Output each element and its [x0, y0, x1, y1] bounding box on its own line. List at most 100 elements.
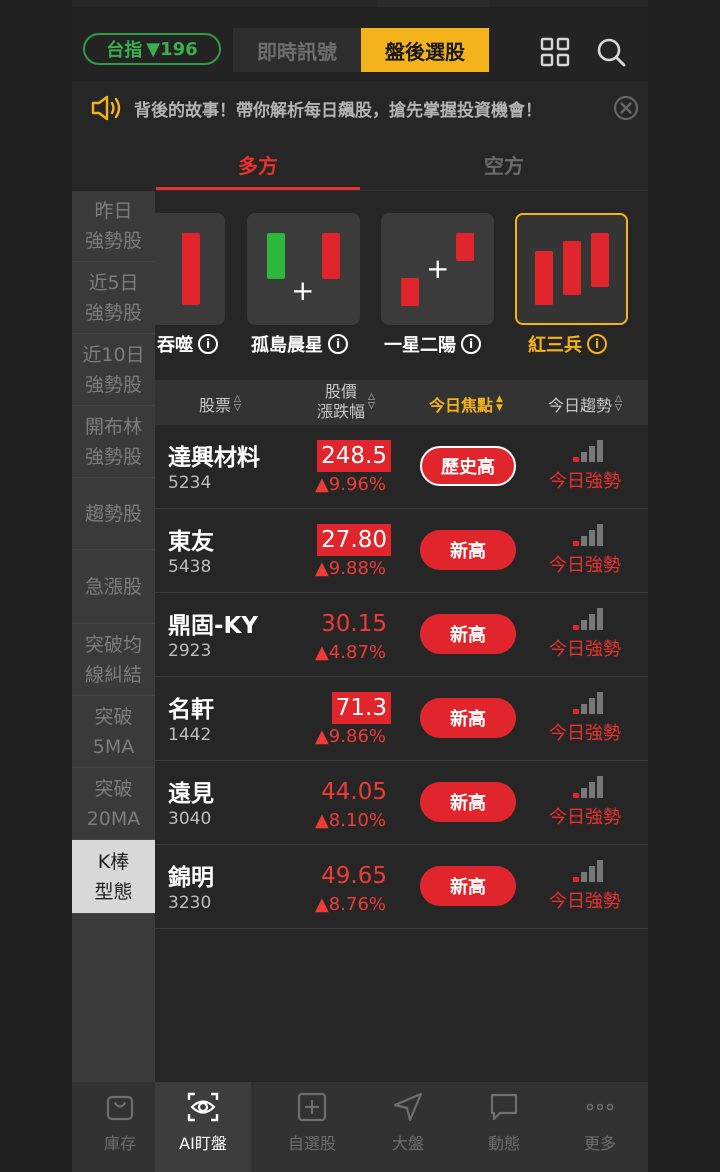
sort-icon: △ ▽ — [234, 394, 241, 413]
stock-price: 49.65 — [321, 863, 387, 889]
sidebar-item-bollinger-strong[interactable]: 開布林 強勢股 — [72, 406, 155, 478]
sidebar-item-5ma-breakout[interactable]: 突破 5MA — [72, 696, 155, 768]
red-candle-icon — [456, 233, 474, 261]
stock-price: 71.3 — [331, 692, 391, 724]
info-icon[interactable]: i — [198, 334, 218, 354]
column-today-focus[interactable]: 今日焦點 ▲ ▼ — [429, 392, 503, 416]
table-header: 股票 △ ▽ 股價 漲跌幅 △ ▽ 今日焦點 ▲ ▼ 今日趨勢 △ ▽ — [155, 380, 648, 425]
tab-short[interactable]: 空方 — [402, 150, 606, 179]
sidebar-item-trend-stocks[interactable]: 趨勢股 — [72, 478, 155, 550]
sidebar-item-5day-strong[interactable]: 近5日 強勢股 — [72, 262, 155, 334]
info-icon[interactable]: i — [328, 334, 348, 354]
table-row[interactable]: 東友 5438 27.80 ▲9.88% 新高 今日強勢 — [155, 509, 648, 593]
nav-inventory[interactable]: 庫存 — [72, 1082, 168, 1172]
tab-after-hours-screener[interactable]: 盤後選股 — [361, 28, 489, 72]
grid-icon[interactable] — [539, 36, 571, 68]
plus-square-icon — [297, 1092, 327, 1122]
stock-price: 30.15 — [321, 611, 387, 637]
stock-name: 名軒 — [168, 697, 214, 723]
search-icon[interactable] — [595, 36, 627, 68]
stock-change: ▲9.88% — [314, 558, 386, 579]
bag-icon — [106, 1095, 134, 1121]
left-margin — [0, 0, 72, 1172]
column-stock[interactable]: 股票 △ ▽ — [199, 392, 241, 416]
sidebar-item-10day-strong[interactable]: 近10日 強勢股 — [72, 334, 155, 406]
pattern-card-engulfing[interactable] — [155, 213, 225, 325]
stock-price: 248.5 — [317, 440, 391, 472]
focus-badge[interactable]: 新高 — [420, 866, 516, 906]
sort-icon: △ ▽ — [615, 394, 622, 413]
signal-bars-icon — [573, 606, 607, 630]
focus-badge[interactable]: 新高 — [420, 530, 516, 570]
eye-scan-icon — [187, 1092, 219, 1122]
sidebar-item-ma-breakout[interactable]: 突破均 線糾結 — [72, 624, 155, 696]
sidebar-item-yesterday-strong[interactable]: 昨日 強勢股 — [72, 191, 155, 262]
stock-name: 鼎固-KY — [168, 613, 259, 639]
stock-code: 5438 — [168, 557, 212, 577]
close-icon[interactable] — [613, 95, 639, 121]
signal-bars-icon — [573, 438, 607, 462]
stock-code: 3230 — [168, 893, 212, 913]
info-icon[interactable]: i — [587, 334, 607, 354]
focus-badge[interactable]: 新高 — [420, 782, 516, 822]
app-window: 台指 ▼196 即時訊號 盤後選股 背後的故事！帶你解析每日飆股，搶先掌握投資機… — [72, 0, 648, 1172]
column-today-trend[interactable]: 今日趨勢 △ ▽ — [548, 392, 622, 416]
stock-code: 1442 — [168, 725, 212, 745]
header-bar: 台指 ▼196 即時訊號 盤後選股 — [72, 7, 648, 81]
focus-badge[interactable]: 歷史高 — [420, 446, 516, 486]
table-row[interactable]: 錦明 3230 49.65 ▲8.76% 新高 今日強勢 — [155, 845, 648, 929]
direction-tabs: 多方 空方 — [156, 140, 648, 191]
marquee-text: 背後的故事！帶你解析每日飆股，搶先掌握投資機會！ — [134, 101, 542, 121]
stock-code: 2923 — [168, 641, 212, 661]
nav-feed[interactable]: 動態 — [456, 1082, 552, 1172]
strategy-sidebar: 昨日 強勢股 近5日 強勢股 近10日 強勢股 開布林 強勢股 趨勢股 急漲股 … — [72, 191, 155, 1082]
sidebar-item-surging-stocks[interactable]: 急漲股 — [72, 550, 155, 624]
stock-change: ▲4.87% — [314, 642, 386, 663]
nav-watchlist[interactable]: 自選股 — [264, 1082, 360, 1172]
stock-price: 44.05 — [321, 779, 387, 805]
speaker-icon — [91, 95, 121, 121]
plus-star-icon: + — [426, 252, 450, 285]
pattern-card-one-star-two-yang[interactable]: + — [381, 213, 494, 325]
pattern-label-three-red-soldiers[interactable]: 紅三兵 i — [528, 331, 607, 357]
table-row[interactable]: 鼎固-KY 2923 30.15 ▲4.87% 新高 今日強勢 — [155, 593, 648, 677]
sidebar-item-20ma-breakout[interactable]: 突破 20MA — [72, 768, 155, 840]
nav-more[interactable]: 更多 — [552, 1082, 648, 1172]
table-row[interactable]: 達興材料 5234 248.5 ▲9.96% 歷史高 今日強勢 — [155, 425, 648, 509]
info-icon[interactable]: i — [461, 334, 481, 354]
stock-name: 遠見 — [168, 781, 214, 807]
index-pill[interactable]: 台指 ▼196 — [83, 33, 221, 65]
signal-bars-icon — [573, 522, 607, 546]
nav-ai-watch[interactable]: AI盯盤 — [155, 1082, 251, 1172]
pattern-label-engulfing[interactable]: 吞噬 i — [157, 331, 218, 357]
signal-bars-icon — [573, 858, 607, 882]
stock-change: ▲9.96% — [314, 474, 386, 495]
pattern-card-island-morning-star[interactable]: + — [247, 213, 360, 325]
stock-code: 5234 — [168, 473, 212, 493]
stock-name: 達興材料 — [168, 445, 260, 471]
stock-change: ▲8.10% — [314, 810, 386, 831]
plus-star-icon: + — [291, 274, 315, 307]
tab-realtime-signal[interactable]: 即時訊號 — [233, 28, 361, 72]
chat-bubble-icon — [490, 1093, 518, 1121]
table-row[interactable]: 名軒 1442 71.3 ▲9.86% 新高 今日強勢 — [155, 677, 648, 761]
red-candle-icon — [591, 233, 609, 287]
nav-market[interactable]: 大盤 — [360, 1082, 456, 1172]
focus-badge[interactable]: 新高 — [420, 698, 516, 738]
trend-label: 今日強勢 — [549, 555, 621, 576]
pattern-label-one-star-two-yang[interactable]: 一星二陽 i — [384, 331, 481, 357]
green-candle-icon — [267, 233, 285, 279]
sidebar-item-candlestick-pattern[interactable]: K棒 型態 — [72, 840, 155, 914]
stock-code: 3040 — [168, 809, 212, 829]
tab-long[interactable]: 多方 — [156, 150, 360, 179]
red-candle-icon — [182, 233, 200, 305]
table-row[interactable]: 遠見 3040 44.05 ▲8.10% 新高 今日強勢 — [155, 761, 648, 845]
pattern-card-three-red-soldiers[interactable] — [515, 213, 628, 325]
pattern-label-island-morning-star[interactable]: 孤島晨星 i — [251, 331, 348, 357]
column-price[interactable]: 股價 漲跌幅 △ ▽ — [317, 382, 375, 422]
stock-change: ▲9.86% — [314, 726, 386, 747]
red-candle-icon — [401, 278, 419, 306]
bottom-nav: 庫存 AI盯盤 自選股 大盤 動態 更多 — [72, 1082, 648, 1172]
announcement-marquee[interactable]: 背後的故事！帶你解析每日飆股，搶先掌握投資機會！ — [72, 90, 648, 126]
focus-badge[interactable]: 新高 — [420, 614, 516, 654]
